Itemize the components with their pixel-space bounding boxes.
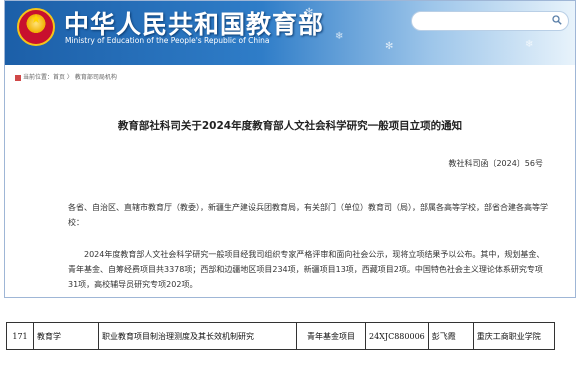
snowflake-decoration-icon: ❄ [525,39,534,50]
snowflake-decoration-icon: ❄ [335,31,344,42]
search-icon[interactable] [552,15,562,25]
project-code-cell: 24XJC880006 [365,322,429,350]
discipline-cell: 教育学 [33,322,99,350]
document-number: 教社科司函〔2024〕56号 [448,159,543,168]
site-subtitle: Ministry of Education of the People's Re… [65,36,270,45]
project-table: 171 教育学 职业教育项目制治理测度及其长效机制研究 青年基金项目 24XJC… [6,322,555,350]
institution-cell: 重庆工商职业学院 [472,322,555,350]
home-icon [15,74,21,81]
project-type-cell: 青年基金项目 [296,322,366,350]
project-name-cell: 职业教育项目制治理测度及其长效机制研究 [98,322,297,350]
person-cell: 彭飞霞 [427,322,474,350]
national-emblem-icon: ★ [17,8,55,46]
search-input[interactable] [411,11,569,31]
article-title: 教育部社科司关于2024年度教育部人文社会科学研究一般项目立项的通知 [117,120,463,132]
breadcrumb: 当前位置：首页 〉 教育部司局机构 [15,72,117,81]
article-paragraph-recipients: 各省、自治区、直辖市教育厅（教委），新疆生产建设兵团教育局，有关部门（单位）教育… [68,203,548,227]
article-paragraph-body: 2024年度教育部人文社会科学研究一般项目经我司组织专家严格评审和面向社会公示，… [68,250,545,289]
site-header: ✻ ❄ ✻ ❄ ★ 中华人民共和国教育部 Ministry of Educati… [5,1,575,65]
web-page-panel: ✻ ❄ ✻ ❄ ★ 中华人民共和国教育部 Ministry of Educati… [4,0,576,298]
breadcrumb-text[interactable]: 当前位置：首页 〉 教育部司局机构 [23,74,117,81]
row-index-cell: 171 [6,322,34,350]
table-row: 171 教育学 职业教育项目制治理测度及其长效机制研究 青年基金项目 24XJC… [6,322,555,350]
snowflake-decoration-icon: ✻ [385,41,394,52]
